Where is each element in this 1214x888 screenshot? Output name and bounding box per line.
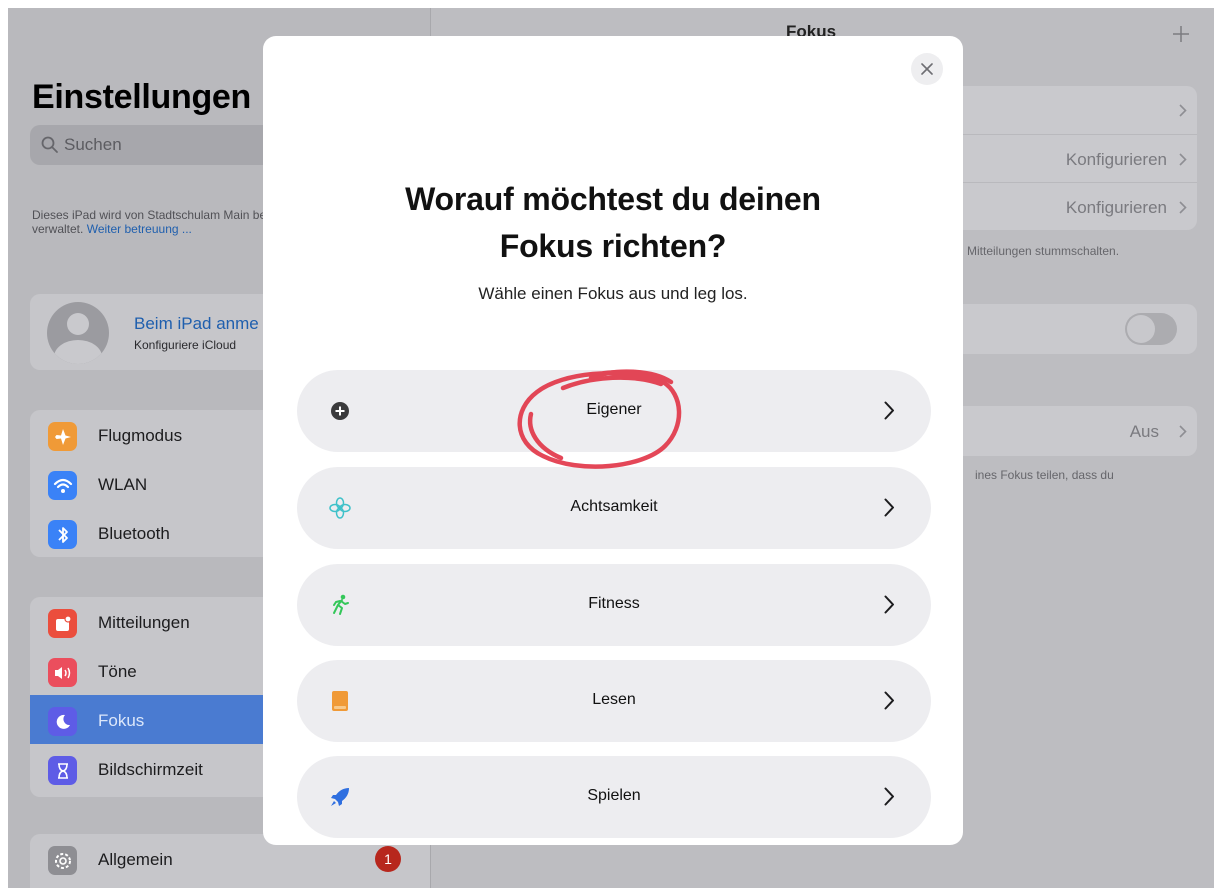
account-subtitle: Konfiguriere iCloud bbox=[134, 338, 237, 352]
chevron-right-icon bbox=[1179, 425, 1187, 438]
option-lesen[interactable]: Lesen bbox=[297, 660, 931, 742]
sidebar-item-label: Allgemein bbox=[98, 850, 173, 869]
close-icon bbox=[921, 63, 933, 75]
configure-value: Konfigurieren bbox=[1065, 150, 1167, 169]
notification-badge: 1 bbox=[375, 846, 401, 872]
search-placeholder: Suchen bbox=[64, 135, 122, 154]
chevron-right-icon bbox=[884, 595, 894, 614]
hourglass-icon bbox=[48, 756, 77, 785]
chevron-right-icon bbox=[884, 401, 894, 420]
option-label: Lesen bbox=[592, 691, 636, 708]
close-button[interactable] bbox=[911, 53, 943, 85]
option-label: Spielen bbox=[587, 787, 641, 804]
gear-icon bbox=[48, 846, 77, 875]
search-icon bbox=[41, 136, 58, 153]
sounds-icon bbox=[48, 658, 77, 687]
chevron-right-icon bbox=[884, 691, 894, 710]
managed-link[interactable]: Weiter betreuung ... bbox=[87, 222, 192, 236]
detail-footer-2: ines Fokus teilen, dass du bbox=[975, 468, 1114, 482]
chevron-right-icon bbox=[884, 498, 894, 517]
focus-toggle[interactable] bbox=[1125, 313, 1177, 345]
account-title: Beim iPad anme bbox=[134, 314, 259, 333]
option-label: Achtsamkeit bbox=[570, 498, 658, 515]
option-achtsamkeit[interactable]: Achtsamkeit bbox=[297, 467, 931, 549]
option-fitness[interactable]: Fitness bbox=[297, 564, 931, 646]
sheet-title-line-2: Fokus richten? bbox=[499, 228, 727, 264]
bluetooth-icon bbox=[48, 520, 77, 549]
sidebar-title: Einstellungen bbox=[32, 78, 252, 116]
sheet-title-line-1: Worauf möchtest du deinen bbox=[405, 181, 821, 217]
sidebar-item-label: Fokus bbox=[98, 711, 145, 730]
chevron-right-icon bbox=[884, 787, 894, 806]
chevron-right-icon bbox=[1179, 201, 1187, 214]
avatar-icon bbox=[47, 302, 109, 364]
chevron-right-icon bbox=[1179, 153, 1187, 166]
wifi-icon bbox=[48, 471, 77, 500]
sidebar-item-label: Bluetooth bbox=[98, 524, 170, 543]
option-label: Fitness bbox=[588, 595, 640, 612]
sidebar-item-label: Flugmodus bbox=[98, 426, 183, 445]
sidebar-item-label: Töne bbox=[98, 662, 137, 681]
airplane-icon bbox=[48, 422, 77, 451]
option-label: Eigener bbox=[586, 401, 642, 418]
sidebar-item-label: Mitteilungen bbox=[98, 613, 190, 632]
notifications-icon bbox=[48, 609, 77, 638]
focus-picker-sheet: Worauf möchtest du deinen Fokus richten?… bbox=[263, 36, 963, 845]
ipad-screen: Einstellungen Suchen Dieses iPad wird vo… bbox=[8, 8, 1214, 888]
option-spielen[interactable]: Spielen bbox=[297, 756, 931, 838]
detail-footer-1: Mitteilungen stummschalten. bbox=[967, 244, 1120, 258]
sidebar-item-label: WLAN bbox=[98, 475, 148, 494]
moon-icon bbox=[48, 707, 77, 736]
option-eigener[interactable]: Eigener bbox=[297, 370, 931, 452]
sidebar-item-label: Bildschirmzeit bbox=[98, 760, 203, 779]
sheet-subtitle: Wähle einen Fokus aus und leg los. bbox=[478, 284, 748, 303]
sheet-title: Worauf möchtest du deinen Fokus richten? bbox=[263, 176, 963, 270]
configure-value: Konfigurieren bbox=[1065, 198, 1167, 217]
chevron-right-icon bbox=[1179, 104, 1187, 117]
status-value: Aus bbox=[1129, 422, 1159, 441]
add-icon[interactable] bbox=[1171, 24, 1191, 44]
